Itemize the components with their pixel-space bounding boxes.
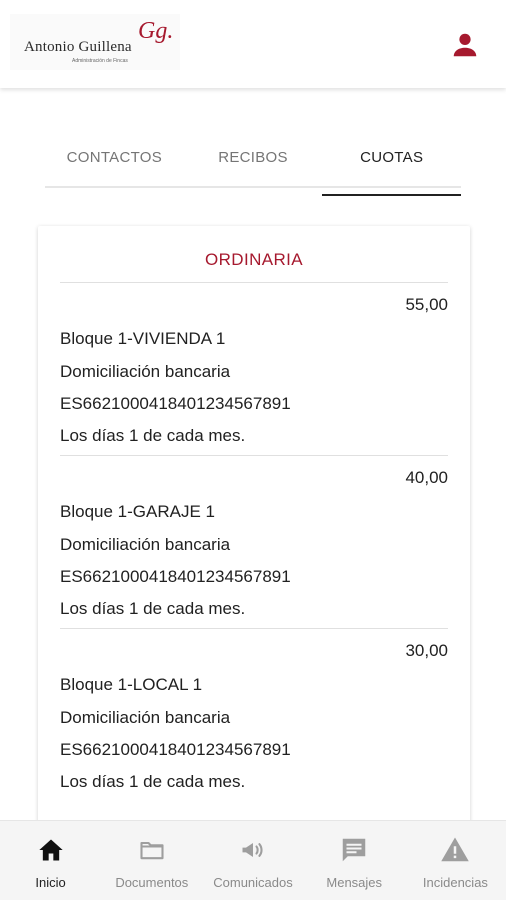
nav-item-inicio[interactable]: Inicio: [0, 821, 101, 900]
fee-amount: 40,00: [405, 468, 448, 487]
nav-label: Inicio: [35, 875, 66, 890]
fee-iban: ES6621000418401234567891: [60, 394, 291, 413]
fee-payment-method: Domiciliación bancaria: [60, 535, 231, 554]
nav-label: Documentos: [115, 875, 189, 890]
nav-label: Mensajes: [326, 875, 383, 890]
logo-mark: Gg.: [138, 18, 174, 44]
fee-unit: Bloque 1-GARAJE 1: [60, 502, 215, 521]
nav-label: Comunicados: [213, 875, 293, 890]
logo-name: Antonio Guillena: [24, 39, 132, 55]
brand-logo[interactable]: Gg. Antonio Guillena Administración de F…: [10, 14, 180, 70]
fee-entry: 30,00 Bloque 1-LOCAL 1 Domiciliación ban…: [60, 629, 448, 802]
user-icon: [453, 33, 477, 57]
tab-bar: CONTACTOS RECIBOS CUOTAS: [45, 136, 461, 196]
fee-schedule: Los días 1 de cada mes.: [60, 599, 246, 618]
fee-payment-method: Domiciliación bancaria: [60, 362, 231, 381]
nav-item-documentos[interactable]: Documentos: [101, 821, 202, 900]
fee-entry: 55,00 Bloque 1-VIVIENDA 1 Domiciliación …: [60, 283, 448, 456]
fee-iban: ES6621000418401234567891: [60, 740, 291, 759]
fees-card: ORDINARIA 55,00 Bloque 1-VIVIENDA 1 Domi…: [38, 226, 470, 846]
warning-icon: [438, 833, 472, 867]
fee-amount: 30,00: [405, 641, 448, 660]
fee-schedule: Los días 1 de cada mes.: [60, 426, 246, 445]
fee-entry: 40,00 Bloque 1-GARAJE 1 Domiciliación ba…: [60, 456, 448, 629]
fee-unit: Bloque 1-LOCAL 1: [60, 675, 203, 694]
fee-payment-method: Domiciliación bancaria: [60, 708, 231, 727]
logo-subtitle: Administración de Fincas: [72, 58, 128, 64]
home-icon: [34, 833, 68, 867]
tab-cuotas[interactable]: CUOTAS: [322, 136, 461, 196]
fee-unit: Bloque 1-VIVIENDA 1: [60, 329, 226, 348]
tab-contactos[interactable]: CONTACTOS: [45, 136, 184, 188]
fee-iban: ES6621000418401234567891: [60, 567, 291, 586]
chat-icon: [337, 833, 371, 867]
fee-schedule: Los días 1 de cada mes.: [60, 772, 246, 791]
tab-recibos[interactable]: RECIBOS: [184, 136, 323, 188]
bottom-navigation: Inicio Documentos Comunicados Mensajes I…: [0, 820, 506, 900]
megaphone-icon: [236, 833, 270, 867]
fee-amount: 55,00: [405, 295, 448, 314]
nav-item-mensajes[interactable]: Mensajes: [304, 821, 405, 900]
card-title: ORDINARIA: [204, 250, 304, 269]
nav-item-incidencias[interactable]: Incidencias: [405, 821, 506, 900]
app-header: Gg. Antonio Guillena Administración de F…: [0, 0, 506, 88]
nav-label: Incidencias: [422, 875, 488, 890]
nav-item-comunicados[interactable]: Comunicados: [202, 821, 303, 900]
folder-icon: [135, 833, 169, 867]
user-profile-button[interactable]: [447, 27, 483, 63]
